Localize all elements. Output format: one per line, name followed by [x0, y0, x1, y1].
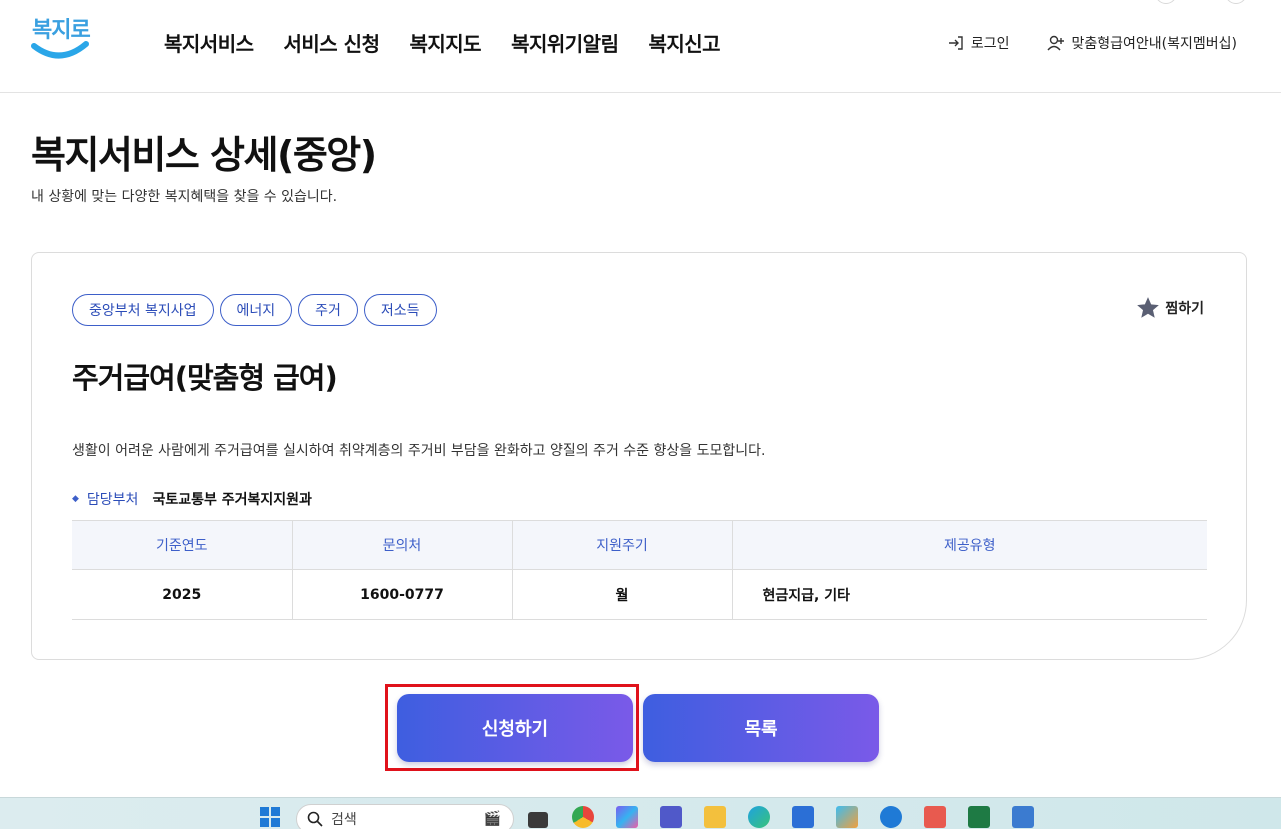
- file-explorer-icon[interactable]: [704, 806, 726, 828]
- table-header-row: 기준연도 문의처 지원주기 제공유형: [72, 520, 1207, 570]
- os-taskbar: 검색 🎬: [0, 797, 1281, 829]
- favorite-label: 찜하기: [1165, 301, 1204, 317]
- edge-icon[interactable]: [748, 806, 770, 828]
- header-provision-type: 제공유형: [732, 520, 1207, 570]
- login-icon: [948, 36, 963, 50]
- tag-low-income[interactable]: 저소득: [363, 294, 437, 326]
- taskbar-search[interactable]: 검색 🎬: [296, 804, 514, 829]
- top-circle-decoration: [1225, 0, 1247, 4]
- tag-housing[interactable]: 주거: [298, 294, 358, 326]
- tag-central-ministry[interactable]: 중앙부처 복지사업: [72, 294, 214, 326]
- search-highlight-icon: 🎬: [483, 811, 501, 827]
- department-row: ◆ 담당부처 국토교통부 주거복지지원과: [72, 489, 312, 509]
- search-icon: [307, 811, 323, 827]
- nav-welfare-report[interactable]: 복지신고: [648, 28, 720, 57]
- cell-contact: 1600-0777: [292, 569, 513, 620]
- table-row: 2025 1600-0777 월 현금지급, 기타: [72, 569, 1207, 620]
- nav-welfare-services[interactable]: 복지서비스: [164, 28, 254, 57]
- store-icon[interactable]: [792, 806, 814, 828]
- chrome-icon[interactable]: [572, 806, 594, 828]
- copilot-app-icon[interactable]: [836, 806, 858, 828]
- header-base-year: 기준연도: [72, 520, 293, 570]
- task-view-icon[interactable]: [528, 812, 548, 828]
- notepad-icon[interactable]: [1012, 806, 1034, 828]
- snipping-tool-icon[interactable]: [924, 806, 946, 828]
- department-label: 담당부처: [86, 492, 139, 508]
- department-value: 국토교통부 주거복지지원과: [152, 492, 312, 508]
- header-support-cycle: 지원주기: [512, 520, 733, 570]
- login-label: 로그인: [970, 36, 1010, 52]
- login-link[interactable]: 로그인: [947, 33, 1010, 53]
- service-tags: 중앙부처 복지사업 에너지 주거 저소득: [72, 294, 437, 326]
- page-title: 복지서비스 상세(중앙): [31, 133, 377, 177]
- cell-support-cycle: 월: [512, 569, 733, 620]
- site-logo[interactable]: 복지로: [28, 10, 92, 66]
- apply-button[interactable]: 신청하기: [397, 694, 633, 762]
- site-header: 복지로 복지서비스 서비스 신청 복지지도 복지위기알림 복지신고 로그인 맞춤…: [0, 0, 1281, 93]
- service-info-table: 기준연도 문의처 지원주기 제공유형 2025 1600-0777 월 현금지급…: [72, 520, 1207, 620]
- top-circle-decoration: [1155, 0, 1177, 4]
- diamond-bullet-icon: ◆: [72, 494, 79, 504]
- main-nav: 복지서비스 서비스 신청 복지지도 복지위기알림 복지신고: [164, 28, 750, 57]
- cell-provision-type: 현금지급, 기타: [732, 569, 1207, 620]
- service-title: 주거급여(맞춤형 급여): [72, 361, 338, 395]
- service-description: 생활이 어려운 사람에게 주거급여를 실시하여 취약계층의 주거비 부담을 완화…: [72, 443, 766, 459]
- page-subtitle: 내 상황에 맞는 다양한 복지혜택을 찾을 수 있습니다.: [31, 189, 338, 205]
- service-detail-card: 중앙부처 복지사업 에너지 주거 저소득 찜하기 주거급여(맞춤형 급여) 생활…: [31, 252, 1247, 660]
- user-add-icon: [1046, 35, 1064, 51]
- taskbar-search-placeholder: 검색: [331, 812, 357, 828]
- quick-assist-icon[interactable]: [880, 806, 902, 828]
- nav-crisis-alert[interactable]: 복지위기알림: [511, 28, 619, 57]
- excel-icon[interactable]: [968, 806, 990, 828]
- header-contact: 문의처: [292, 520, 513, 570]
- windows-start-icon[interactable]: [259, 806, 281, 828]
- membership-label: 맞춤형급여안내(복지멤버십): [1071, 36, 1237, 52]
- star-icon: [1137, 297, 1160, 318]
- logo-smile-icon: [31, 41, 89, 59]
- favorite-button[interactable]: 찜하기: [1135, 295, 1204, 321]
- list-button[interactable]: 목록: [643, 694, 879, 762]
- membership-link[interactable]: 맞춤형급여안내(복지멤버십): [1046, 33, 1237, 53]
- nav-welfare-map[interactable]: 복지지도: [409, 28, 481, 57]
- cell-base-year: 2025: [72, 569, 293, 620]
- nav-service-apply[interactable]: 서비스 신청: [284, 28, 380, 57]
- utility-menu: 로그인 맞춤형급여안내(복지멤버십): [947, 33, 1237, 53]
- tag-energy[interactable]: 에너지: [219, 294, 293, 326]
- teams-icon[interactable]: [660, 806, 682, 828]
- copilot-icon[interactable]: [616, 806, 638, 828]
